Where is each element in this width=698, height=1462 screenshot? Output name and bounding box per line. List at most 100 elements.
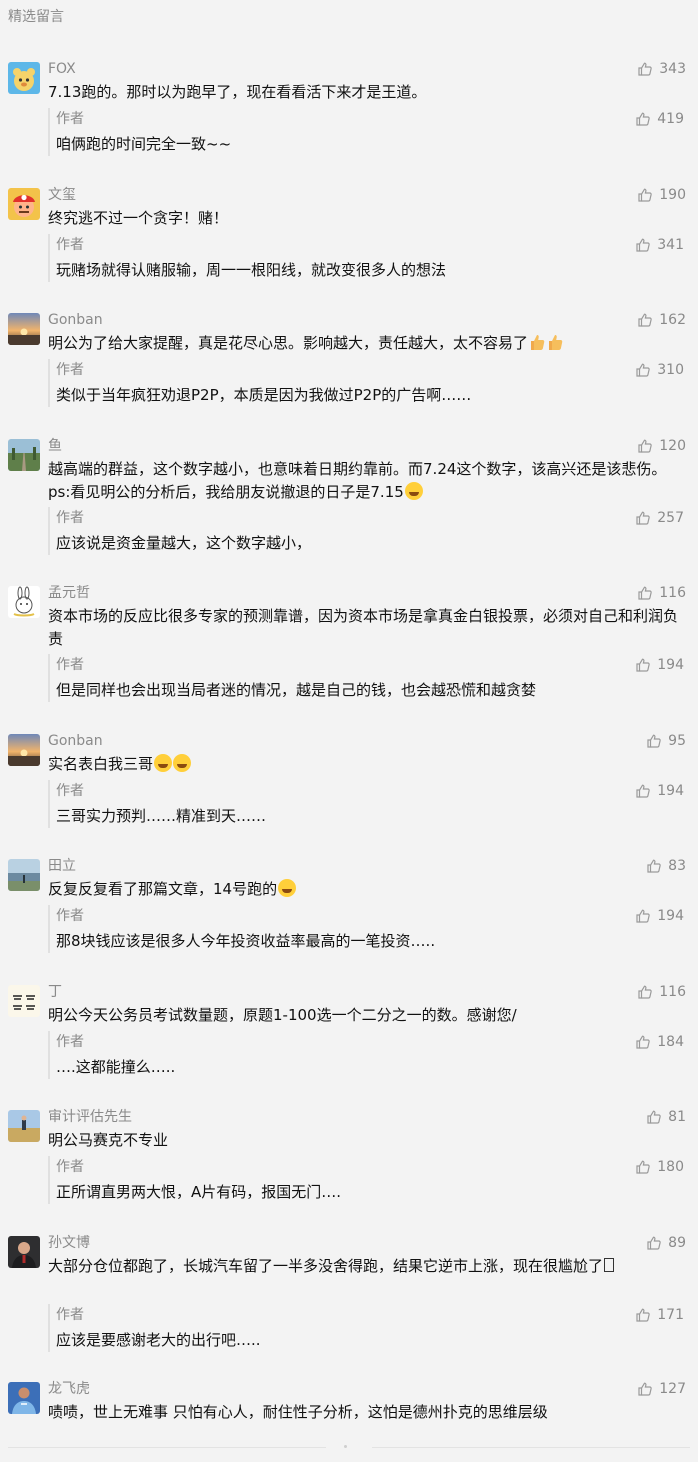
comment-like-count: 89 xyxy=(668,1235,686,1251)
thumbs-up-icon xyxy=(637,61,653,77)
author-reply: 作者 310 类似于当年疯狂劝退P2P，本质是因为我做过P2P的广告啊…… xyxy=(48,359,688,407)
thumbs-up-icon xyxy=(637,187,653,203)
reply-like-button[interactable]: 341 xyxy=(635,234,684,256)
reply-like-count: 194 xyxy=(657,783,684,799)
thumbs-up-icon xyxy=(637,312,653,328)
thumbs-up-icon xyxy=(646,858,662,874)
comment-text: 资本市场的反应比很多专家的预测靠谱，因为资本市场是拿真金白银投票，必须对自己和利… xyxy=(48,607,679,648)
comment-author-name: Gonban xyxy=(48,312,103,328)
comment-text: 明公马赛克不专业 xyxy=(48,1131,169,1149)
comment-like-count: 162 xyxy=(659,312,686,328)
reply-like-button[interactable]: 194 xyxy=(635,780,684,802)
thumbs-up-emoji xyxy=(528,334,564,352)
sunset-avatar[interactable] xyxy=(8,734,40,766)
author-reply: 作者 171 应该是要感谢老大的出行吧….. xyxy=(48,1304,688,1352)
comment-text: 明公今天公务员考试数量题，原题1-100选一个二分之一的数。感谢您/ xyxy=(48,1006,517,1024)
comment-like-button[interactable]: 89 xyxy=(646,1232,686,1254)
rabbit-sketch-avatar[interactable] xyxy=(8,586,40,618)
comment-text: 7.13跑的。那时以为跑早了，现在看看活下来才是王道。 xyxy=(48,83,427,101)
cartoon-mario-avatar[interactable] xyxy=(8,188,40,220)
lake-photo-avatar[interactable] xyxy=(8,859,40,891)
thumbs-up-icon xyxy=(635,510,651,526)
comment-like-count: 127 xyxy=(659,1381,686,1397)
reply-like-button[interactable]: 171 xyxy=(635,1304,684,1326)
reply-text: 三哥实力预判……精准到天…… xyxy=(56,807,267,825)
thumbs-up-icon xyxy=(635,111,651,127)
comment-author-name: FOX xyxy=(48,61,76,77)
author-reply: 作者 419 咱俩跑的时间完全一致~~ xyxy=(48,108,688,156)
reply-author-label: 作者 xyxy=(56,908,84,924)
reply-like-button[interactable]: 184 xyxy=(635,1031,684,1053)
reply-author-label: 作者 xyxy=(56,510,84,526)
comment-like-button[interactable]: 190 xyxy=(637,184,686,206)
comment-author-name: 孙文博 xyxy=(48,1235,90,1251)
reply-like-button[interactable]: 310 xyxy=(635,359,684,381)
thumbs-up-icon xyxy=(646,1109,662,1125)
thumbs-up-icon xyxy=(637,1381,653,1397)
comment-like-button[interactable]: 83 xyxy=(646,855,686,877)
comment-author-name: Gonban xyxy=(48,733,103,749)
comment-like-count: 116 xyxy=(659,585,686,601)
reply-like-button[interactable]: 419 xyxy=(635,108,684,130)
soccer-player-avatar[interactable] xyxy=(8,1382,40,1414)
comment-author-name: 文玺 xyxy=(48,187,76,203)
author-reply: 作者 194 三哥实力预判……精准到天…… xyxy=(48,780,688,828)
grin-emoji xyxy=(404,482,423,500)
comment-author-name: 田立 xyxy=(48,858,76,874)
reply-author-label: 作者 xyxy=(56,362,84,378)
calligraphy-avatar[interactable] xyxy=(8,985,40,1017)
reply-like-button[interactable]: 194 xyxy=(635,905,684,927)
reply-like-count: 341 xyxy=(657,237,684,253)
thumbs-up-icon xyxy=(635,908,651,924)
reply-text: 那8块钱应该是很多人今年投资收益率最高的一笔投资….. xyxy=(56,932,436,950)
comment-author-name: 龙飞虎 xyxy=(48,1381,90,1397)
reply-author-label: 作者 xyxy=(56,111,84,127)
reply-like-button[interactable]: 257 xyxy=(635,507,684,529)
author-reply: 作者 184 ….这都能撞么….. xyxy=(48,1031,688,1079)
reply-text: 应该说是资金量越大，这个数字越小， xyxy=(56,534,312,552)
comment-author-name: 孟元哲 xyxy=(48,585,90,601)
road-photo-avatar[interactable] xyxy=(8,439,40,471)
thumbs-up-icon xyxy=(635,1034,651,1050)
reply-text: 玩赌场就得认赌服输，周一一根阳线，就改变很多人的想法 xyxy=(56,261,447,279)
comment-text: 实名表白我三哥 xyxy=(48,753,688,776)
comment-like-count: 95 xyxy=(668,733,686,749)
comment-like-count: 190 xyxy=(659,187,686,203)
reply-author-label: 作者 xyxy=(56,1307,84,1323)
reply-author-label: 作者 xyxy=(56,783,84,799)
reply-like-count: 180 xyxy=(657,1159,684,1175)
comment-like-button[interactable]: 116 xyxy=(637,582,686,604)
portrait-photo-avatar[interactable] xyxy=(8,1236,40,1268)
comment-like-button[interactable]: 343 xyxy=(637,58,686,80)
reply-like-button[interactable]: 194 xyxy=(635,654,684,676)
comment-like-button[interactable]: 120 xyxy=(637,435,686,457)
comment-like-button[interactable]: 116 xyxy=(637,981,686,1003)
comment-like-count: 343 xyxy=(659,61,686,77)
comment-like-button[interactable]: 81 xyxy=(646,1106,686,1128)
thumbs-up-icon xyxy=(635,237,651,253)
sunset-avatar[interactable] xyxy=(8,313,40,345)
thumbs-up-icon xyxy=(635,362,651,378)
comment-text: 明公为了给大家提醒，真是花尽心思。影响越大，责任越大，太不容易了 xyxy=(48,332,688,355)
thumbs-up-icon xyxy=(635,1159,651,1175)
author-reply: 作者 180 正所谓直男两大恨，A片有码，报国无门…. xyxy=(48,1156,688,1204)
comment-like-button[interactable]: 95 xyxy=(646,730,686,752)
comment-like-count: 83 xyxy=(668,858,686,874)
reply-text: 正所谓直男两大恨，A片有码，报国无门…. xyxy=(56,1183,342,1201)
comment-text: 大部分仓位都跑了，长城汽车留了一半多没舍得跑，结果它逆市上涨，现在很尴尬了 xyxy=(48,1255,688,1278)
reply-text: 类似于当年疯狂劝退P2P，本质是因为我做过P2P的广告啊…… xyxy=(56,386,472,404)
reply-text: 咱俩跑的时间完全一致~~ xyxy=(56,135,232,153)
comment-text: 啧啧，世上无难事 只怕有心人，耐住性子分析，这怕是德州扑克的思维层级 xyxy=(48,1403,548,1421)
reply-author-label: 作者 xyxy=(56,1034,84,1050)
footer-dot xyxy=(344,1445,347,1448)
reply-like-button[interactable]: 180 xyxy=(635,1156,684,1178)
thumbs-up-icon xyxy=(635,657,651,673)
reply-text: 应该是要感谢老大的出行吧….. xyxy=(56,1331,261,1349)
reply-like-count: 194 xyxy=(657,908,684,924)
field-photo-avatar[interactable] xyxy=(8,1110,40,1142)
comment-author-name: 审计评估先生 xyxy=(48,1109,132,1125)
comment-author-name: 丁 xyxy=(48,984,62,1000)
cartoon-bear-avatar[interactable] xyxy=(8,62,40,94)
comment-like-button[interactable]: 162 xyxy=(637,309,686,331)
comment-like-button[interactable]: 127 xyxy=(637,1378,686,1400)
